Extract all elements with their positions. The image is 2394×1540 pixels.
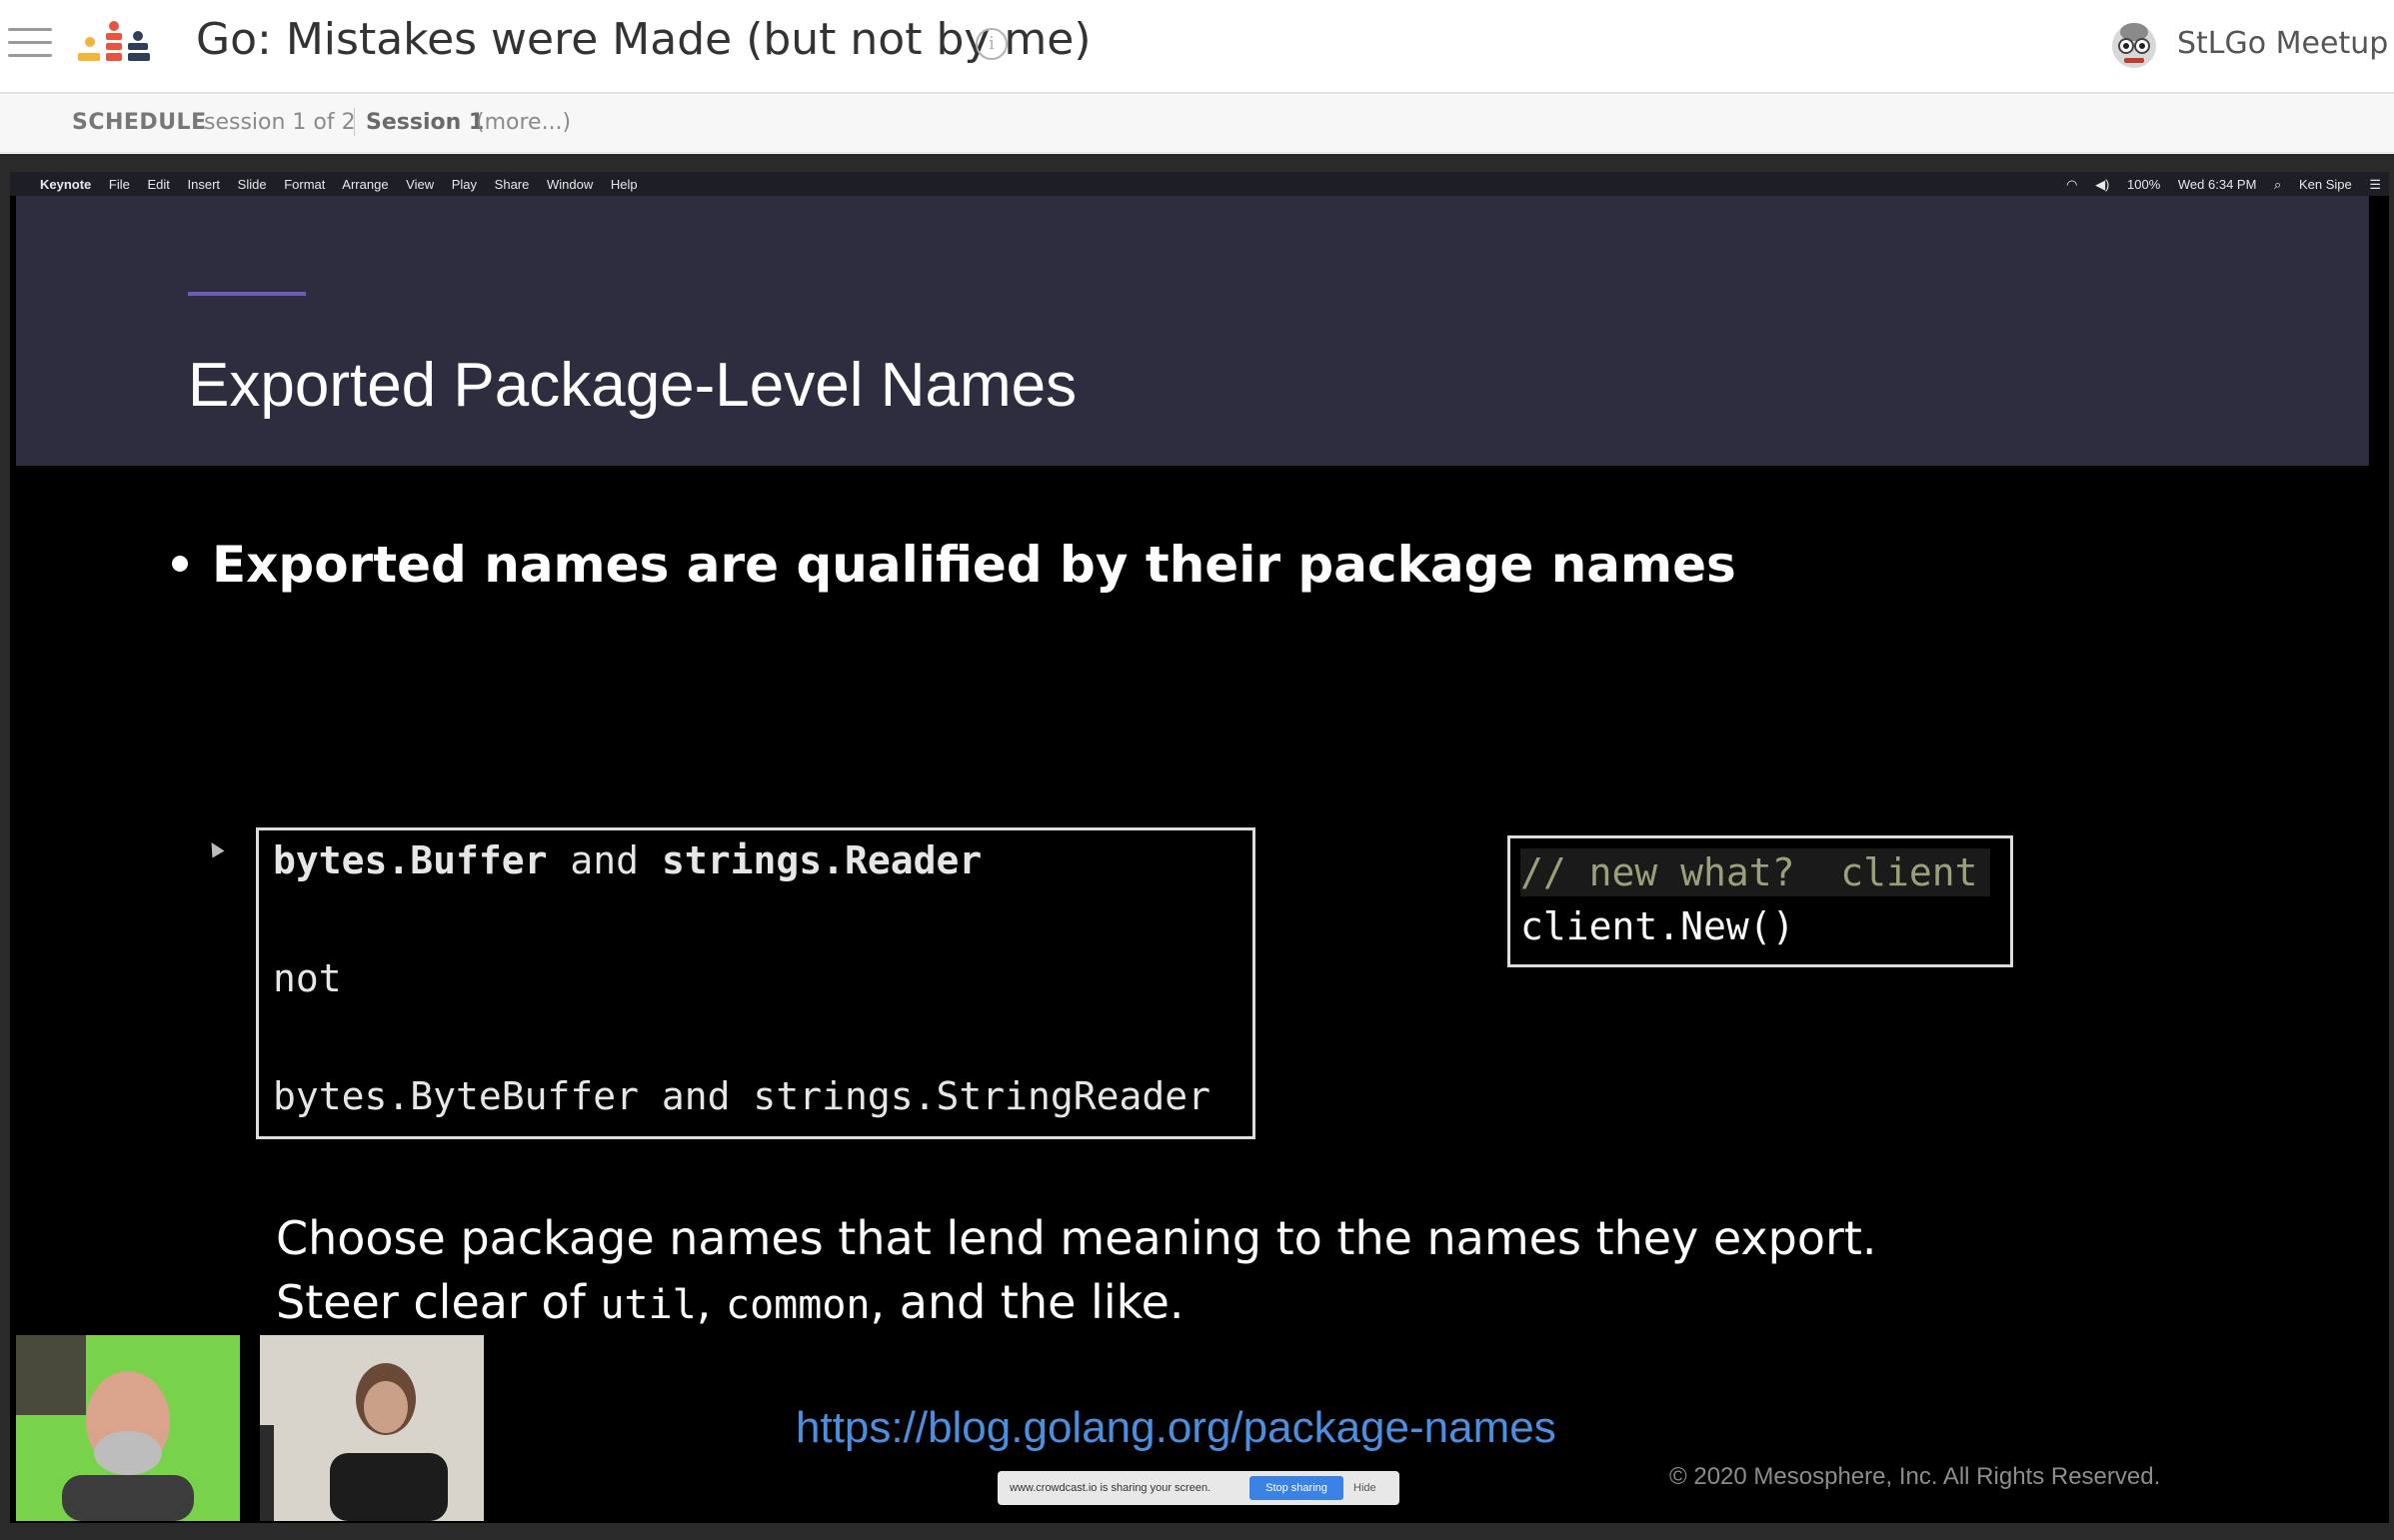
menu-file: File: [108, 177, 130, 192]
para-code: util: [600, 1282, 697, 1328]
hide-button[interactable]: Hide: [1353, 1482, 1376, 1494]
menu-app: Keynote: [40, 177, 92, 192]
code-line-3: bytes.ByteBuffer and strings.StringReade…: [273, 1074, 1210, 1118]
current-session: Session 1: [366, 110, 485, 135]
hamburger-menu-icon[interactable]: [8, 28, 52, 58]
crowdcast-logo[interactable]: [74, 20, 154, 68]
wifi-icon: ◠: [2066, 177, 2078, 192]
mouse-cursor-icon: [205, 838, 225, 858]
host-name[interactable]: StLGo Meetup: [2177, 26, 2388, 61]
code-comment: // new what? client: [1520, 848, 1990, 896]
slide-bullet: Exported names are qualified by their pa…: [212, 536, 1736, 594]
menu-format: Format: [284, 177, 326, 192]
code-token: and: [547, 838, 662, 882]
menu-insert: Insert: [187, 177, 221, 192]
schedule-label[interactable]: SCHEDULE: [72, 110, 207, 135]
top-header: Go: Mistakes were Made (but not by me) i…: [0, 0, 2394, 94]
para-text: ,: [696, 1275, 727, 1329]
menu-window: Window: [547, 177, 594, 192]
code-block-names: bytes.Buffer and strings.Reader not byte…: [256, 827, 1255, 1139]
participant-video-2[interactable]: [260, 1335, 484, 1521]
title-accent-line: [188, 292, 306, 296]
screen-share-bar: www.crowdcast.io is sharing your screen.…: [998, 1471, 1399, 1505]
menu-play: Play: [451, 177, 478, 192]
participant-2-image: [260, 1335, 484, 1521]
schedule-bar: SCHEDULE session 1 of 2 Session 1 (more.…: [0, 94, 2394, 153]
spotlight-icon: ⌕: [2274, 177, 2282, 192]
copyright-notice: © 2020 Mesosphere, Inc. All Rights Reser…: [1669, 1463, 2161, 1490]
user-name: Ken Sipe: [2298, 177, 2352, 192]
app-menus: Keynote File Edit Insert Slide Format Ar…: [40, 177, 652, 192]
blog-link[interactable]: https://blog.golang.org/package-names: [796, 1403, 1556, 1453]
code-line-2: not: [273, 956, 342, 1000]
slide-title: Exported Package-Level Names: [188, 351, 1078, 420]
host-avatar[interactable]: [2109, 18, 2159, 72]
code-token: bytes.Buffer: [273, 838, 548, 882]
battery-percent: 100%: [2127, 177, 2161, 192]
info-icon[interactable]: i: [976, 28, 1008, 60]
menu-edit: Edit: [147, 177, 170, 192]
mac-menubar: Keynote File Edit Insert Slide Format Ar…: [10, 172, 2389, 196]
slide-paragraph-1: Choose package names that lend meaning t…: [276, 1211, 1877, 1265]
code-token: strings.Reader: [661, 838, 983, 882]
shared-screen: Keynote File Edit Insert Slide Format Ar…: [10, 172, 2389, 1523]
para-text: , and the like.: [870, 1275, 1185, 1329]
menu-arrange: Arrange: [342, 177, 389, 192]
slide-paragraph-2: Steer clear of util, common, and the lik…: [276, 1275, 1185, 1329]
participant-video-1[interactable]: [16, 1335, 240, 1521]
session-count: session 1 of 2: [204, 110, 356, 135]
code-block-client: // new what? client client.New(): [1507, 835, 2013, 967]
notification-icon: ☰: [2369, 177, 2381, 192]
para-code: common: [726, 1282, 871, 1328]
code-call: client.New(): [1520, 904, 1795, 948]
bullet-icon: [172, 556, 188, 572]
more-link[interactable]: (more...): [476, 110, 571, 135]
code-line-1: bytes.Buffer and strings.Reader: [273, 838, 982, 882]
menu-help: Help: [610, 177, 638, 192]
participant-1-image: [16, 1335, 240, 1521]
event-title: Go: Mistakes were Made (but not by me): [196, 14, 1092, 65]
share-message: www.crowdcast.io is sharing your screen.: [1010, 1482, 1211, 1494]
para-text: Steer clear of: [276, 1275, 601, 1329]
menubar-status: ◠ ◀) 100% Wed 6:34 PM ⌕ Ken Sipe ☰: [2052, 177, 2381, 193]
video-stage: Keynote File Edit Insert Slide Format Ar…: [0, 154, 2394, 1540]
stop-sharing-button[interactable]: Stop sharing: [1249, 1476, 1343, 1500]
menu-view: View: [406, 177, 435, 192]
divider: [354, 108, 355, 136]
slide-title-band: Exported Package-Level Names: [16, 196, 2369, 466]
menu-share: Share: [494, 177, 530, 192]
menu-slide: Slide: [237, 177, 267, 192]
clock: Wed 6:34 PM: [2177, 177, 2257, 192]
volume-icon: ◀): [2095, 177, 2110, 192]
